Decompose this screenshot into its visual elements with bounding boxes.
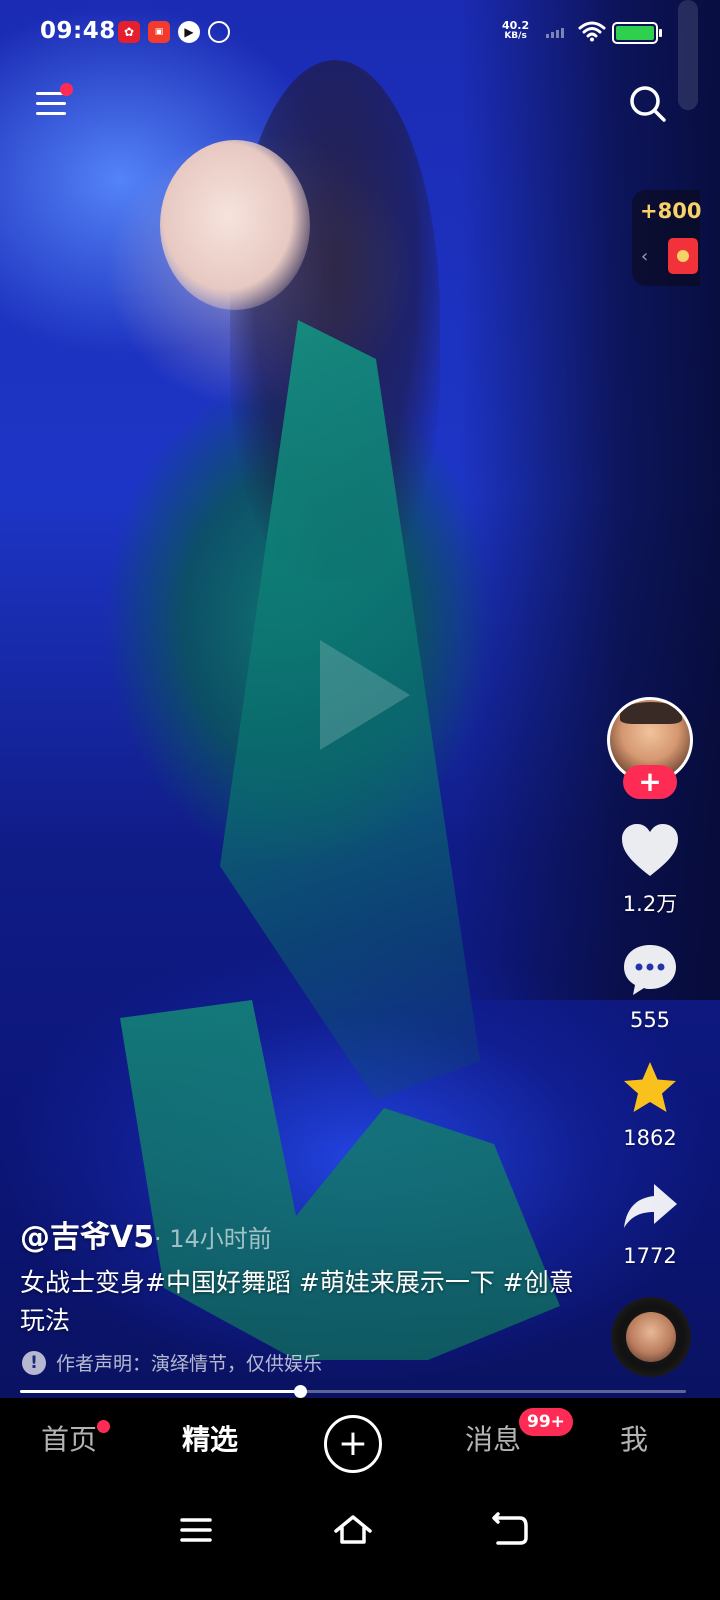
progress-fill	[20, 1390, 300, 1393]
battery-icon	[612, 22, 662, 44]
favorite-button[interactable]: 1862	[610, 1060, 690, 1150]
comment-icon	[624, 945, 676, 995]
follow-button[interactable]: +	[623, 765, 677, 799]
tab-me[interactable]: 我	[620, 1418, 648, 1458]
notification-icons: ✿ ▣ ▶	[118, 21, 230, 43]
author-disclaimer: ! 作者声明：演绎情节，仅供娱乐	[22, 1349, 322, 1376]
red-packet-icon[interactable]	[668, 238, 698, 274]
heart-icon	[622, 824, 678, 876]
app-icon-red: ✿	[118, 21, 140, 43]
like-count: 1.2万	[622, 892, 678, 916]
app-icon-play: ▶	[178, 21, 200, 43]
home-notification-dot	[97, 1420, 110, 1433]
progress-handle[interactable]	[293, 1385, 307, 1398]
create-button[interactable]: +	[324, 1415, 382, 1473]
system-nav-bar	[0, 1490, 720, 1600]
favorite-count: 1862	[623, 1126, 677, 1150]
app-icon-video: ▣	[148, 21, 170, 43]
chevron-left-icon[interactable]: ‹	[641, 246, 648, 267]
network-speed-unit: KB/s	[504, 31, 527, 41]
bottom-tab-bar: 首页 精选 + 消息 99+ 我	[0, 1398, 720, 1490]
battery-fill	[616, 26, 654, 40]
tab-home[interactable]: 首页	[41, 1418, 97, 1458]
messages-badge: 99+	[519, 1408, 573, 1436]
home-icon[interactable]	[333, 1510, 373, 1550]
disclaimer-text: 作者声明：演绎情节，仅供娱乐	[56, 1353, 323, 1375]
recent-apps-icon[interactable]	[176, 1510, 216, 1550]
edge-handle	[678, 0, 698, 110]
post-time: · 14小时前	[154, 1225, 272, 1253]
play-icon	[320, 640, 410, 750]
network-speed-value: 40.2	[502, 19, 530, 32]
share-count: 1772	[623, 1244, 677, 1268]
author-name[interactable]: @吉爷V5	[20, 1212, 154, 1256]
back-icon[interactable]	[490, 1510, 530, 1550]
menu-notification-dot	[60, 83, 73, 96]
star-icon	[624, 1062, 676, 1112]
comment-count: 555	[629, 1008, 671, 1032]
video-subject-face	[160, 140, 310, 310]
search-icon[interactable]	[628, 84, 668, 124]
link-icon	[208, 21, 230, 43]
wifi-icon	[578, 21, 606, 42]
like-button[interactable]: 1.2万	[610, 822, 690, 918]
music-disc[interactable]	[611, 1297, 691, 1377]
comment-button[interactable]: 555	[610, 942, 690, 1032]
share-button[interactable]: 1772	[610, 1180, 690, 1268]
status-bar: 09:48 ✿ ▣ ▶ 40.2 KB/s	[0, 0, 720, 64]
tab-messages[interactable]: 消息	[465, 1418, 521, 1458]
info-icon: !	[22, 1350, 46, 1375]
post-caption[interactable]: 女战士变身#中国好舞蹈 #萌娃来展示一下 #创意玩法	[20, 1264, 580, 1340]
tab-featured[interactable]: 精选	[182, 1418, 238, 1458]
video-progress-bar[interactable]	[20, 1385, 686, 1398]
network-speed: 40.2 KB/s	[502, 20, 529, 42]
status-time: 09:48	[40, 18, 116, 44]
signal-icon	[546, 28, 564, 38]
share-icon	[624, 1184, 677, 1228]
coin-reward[interactable]: +800	[640, 199, 701, 223]
